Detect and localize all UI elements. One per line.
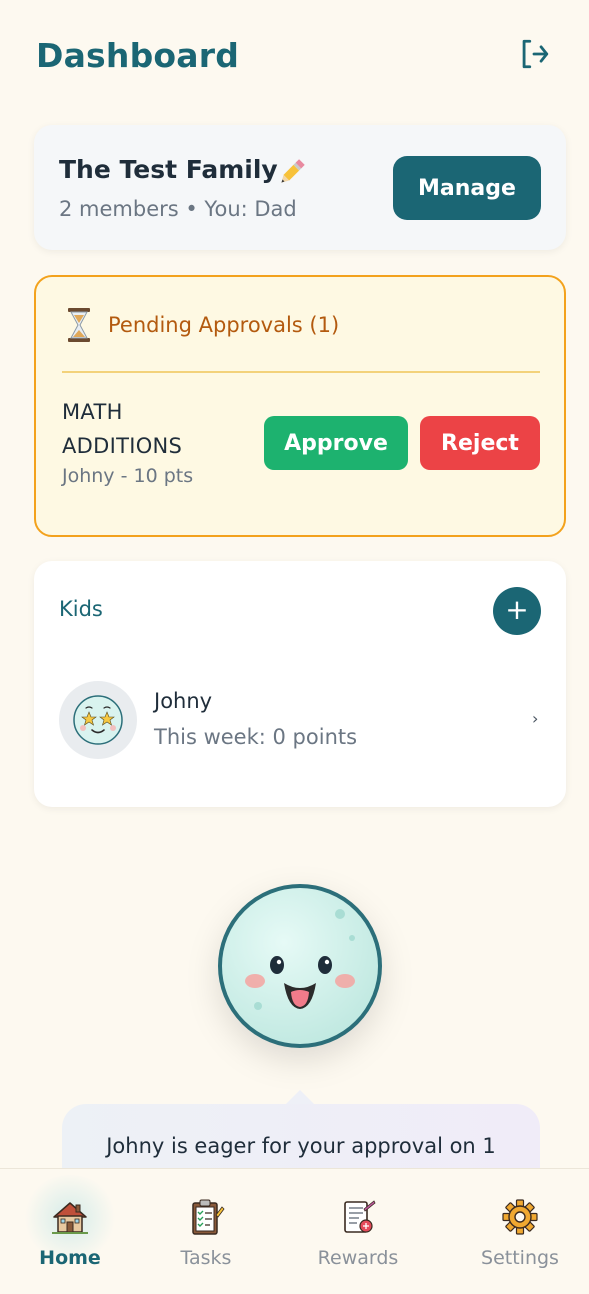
kid-points: This week: 0 points (154, 725, 358, 749)
avatar (59, 681, 137, 759)
bottom-nav: Home Tasks Rewards Settings (0, 1168, 589, 1294)
family-name: The Test Family (59, 155, 278, 184)
reject-button[interactable]: Reject (420, 416, 540, 470)
pending-task-name: MATH ADDITIONS (62, 400, 183, 458)
nav-label: Rewards (317, 1247, 399, 1269)
nav-item-tasks[interactable]: Tasks (156, 1169, 256, 1294)
pending-approvals-card: Pending Approvals (1) MATH ADDITIONS Joh… (34, 275, 566, 537)
clipboard-icon (186, 1197, 226, 1237)
manage-button[interactable]: Manage (393, 156, 541, 220)
header: Dashboard (0, 0, 589, 110)
gear-icon (500, 1197, 540, 1237)
chevron-right-icon: › (532, 709, 539, 728)
logout-icon (522, 39, 549, 69)
kids-title: Kids (59, 597, 103, 621)
logout-button[interactable] (514, 34, 554, 74)
pencil-icon[interactable] (275, 155, 309, 189)
add-kid-button[interactable]: + (493, 587, 541, 635)
mascot-character[interactable] (212, 878, 388, 1054)
kid-name: Johny (154, 689, 213, 713)
nav-label: Settings (481, 1247, 559, 1269)
family-card: The Test Family 2 members • You: Dad Man… (34, 125, 566, 250)
hourglass-icon (64, 307, 94, 343)
divider (62, 371, 540, 373)
page-title: Dashboard (36, 36, 240, 75)
nav-label: Tasks (180, 1247, 232, 1269)
mascot-message: Johny is eager for your approval on 1 (106, 1134, 496, 1158)
nav-item-rewards[interactable]: Rewards (308, 1169, 408, 1294)
pending-approvals-title: Pending Approvals (1) (108, 313, 340, 337)
scorecard-icon (338, 1197, 378, 1237)
nav-label: Home (39, 1247, 101, 1269)
house-icon (50, 1197, 90, 1237)
approve-button[interactable]: Approve (264, 416, 408, 470)
kid-list-item[interactable]: Johny This week: 0 points › (34, 671, 566, 771)
pending-task-meta: Johny - 10 pts (62, 465, 194, 487)
app-screen: Dashboard The Test Family 2 members • Yo… (0, 0, 589, 1294)
nav-item-home[interactable]: Home (18, 1169, 122, 1294)
nav-item-settings[interactable]: Settings (470, 1169, 570, 1294)
family-meta: 2 members • You: Dad (59, 197, 297, 221)
kids-card: Kids + Johny This week: 0 points › (34, 561, 566, 807)
